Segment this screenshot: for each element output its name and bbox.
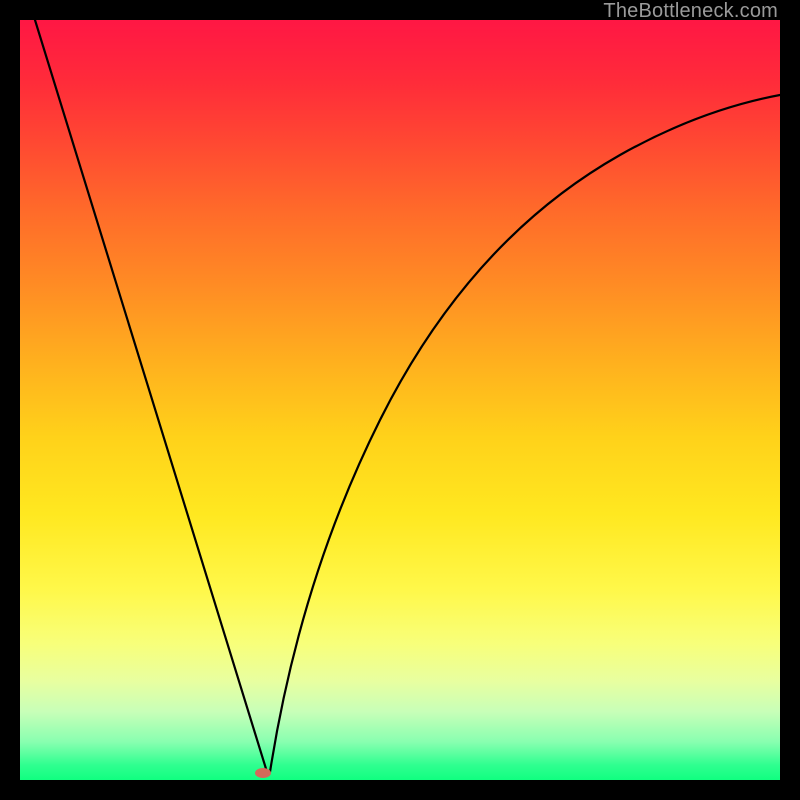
watermark-text: TheBottleneck.com — [603, 0, 778, 23]
optimal-point-marker — [255, 768, 271, 778]
bottleneck-curve — [20, 20, 780, 780]
curve-path — [35, 20, 780, 772]
